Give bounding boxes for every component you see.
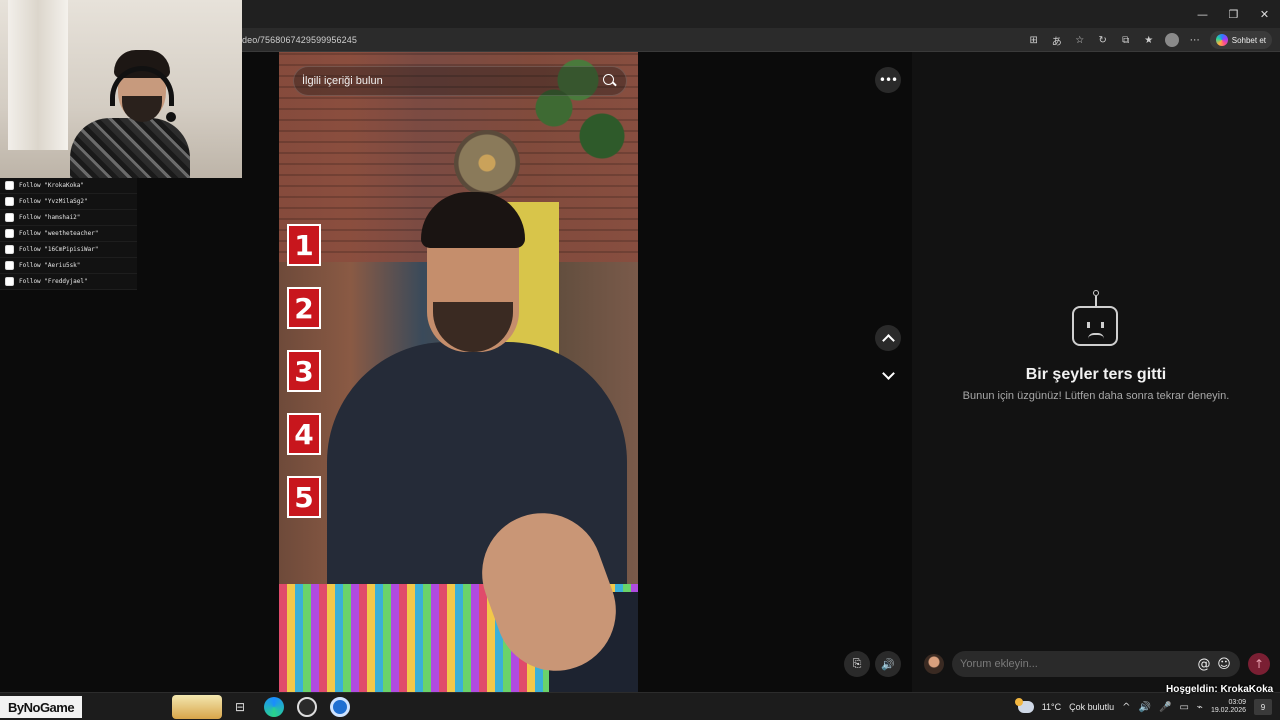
volume-button[interactable]: 🔊 (875, 651, 901, 677)
list-item: Follow "16CmPipisiWar" (0, 242, 137, 258)
list-item: Follow "YvzMilaSg2" (0, 194, 137, 210)
pip-icon: ⎘ (852, 657, 862, 670)
number-badge: 1 (287, 224, 321, 266)
number-badge: 5 (287, 476, 321, 518)
more-options-button[interactable]: ••• (875, 67, 901, 93)
comments-panel: Bir şeyler ters gitti Bunun için üzgünüz… (912, 52, 1280, 692)
number-badge: 2 (287, 287, 321, 329)
notification-badge[interactable]: 9 (1254, 699, 1272, 715)
follow-alerts: Follow "KrokaKoka" Follow "YvzMilaSg2" F… (0, 178, 137, 290)
translate-icon[interactable]: あ (1049, 32, 1065, 48)
date: 19.02.2026 (1210, 707, 1246, 714)
chevron-up-icon[interactable]: ^ (1122, 702, 1130, 713)
tab-icon[interactable]: ⊞ (1026, 32, 1042, 48)
minimize-button[interactable]: — (1187, 0, 1218, 28)
clock[interactable]: 03:09 19.02.2026 (1211, 699, 1246, 715)
chrome-icon[interactable] (330, 697, 350, 717)
display-icon[interactable]: ▭ (1179, 702, 1188, 713)
close-button[interactable]: ✕ (1249, 0, 1280, 28)
next-video-button[interactable] (875, 362, 901, 388)
address-bar[interactable]: deo/7568067429599956245 (242, 28, 357, 52)
number-badge: 3 (287, 350, 321, 392)
profile-avatar[interactable] (1164, 32, 1180, 48)
temperature: 11°C (1041, 702, 1062, 712)
speaker-icon[interactable]: 🔊 (1139, 702, 1151, 713)
channel-logo: ByNoGame (0, 696, 82, 718)
volume-icon: 🔊 (881, 657, 895, 671)
list-item: Follow "Aeriu5sk" (0, 258, 137, 274)
chat-label: Sohbet et (1231, 35, 1266, 45)
error-title: Bir şeyler ters gitti (1025, 366, 1167, 383)
refresh-icon[interactable]: ↻ (1095, 32, 1111, 48)
more-icon[interactable]: ⋯ (1187, 32, 1203, 48)
taskbar: ByNoGame ⊟ 11°C Çok bulutlu ^ 🔊 🎤 ▭ ⌁ 03… (0, 692, 1280, 720)
time: 03:09 (1228, 698, 1246, 706)
checkbox-icon (5, 245, 14, 254)
welcome-message: Hoşgeldin: KrokaKoka (1166, 684, 1274, 695)
send-button[interactable]: ↑ (1248, 653, 1270, 675)
search-placeholder: İlgili içeriği bulun (302, 75, 383, 87)
obs-icon[interactable] (297, 697, 317, 717)
webcam-overlay (0, 0, 242, 178)
extensions-icon[interactable]: ⧉ (1118, 32, 1134, 48)
checkbox-icon (5, 261, 14, 270)
screen: — ❐ ✕ deo/7568067429599956245 ⊞ あ ☆ ↻ ⧉ … (0, 0, 1280, 720)
checkbox-icon (5, 181, 14, 190)
avatar (924, 654, 944, 674)
task-view-icon[interactable]: ⊟ (230, 697, 250, 717)
favorites-icon[interactable]: ★ (1141, 32, 1157, 48)
sad-robot-icon (1072, 290, 1120, 350)
picture-in-picture-button[interactable]: ⎘ (844, 651, 870, 677)
microphone-icon[interactable]: 🎤 (1159, 702, 1171, 713)
chevron-up-icon (881, 333, 895, 347)
list-item: Follow "hamshai2" (0, 210, 137, 226)
search-icon[interactable] (602, 73, 618, 89)
mention-icon[interactable]: @ (1196, 656, 1212, 672)
window-controls: — ❐ ✕ (1187, 0, 1280, 28)
checkbox-icon (5, 229, 14, 238)
copilot-chat-button[interactable]: Sohbet et (1209, 31, 1272, 49)
number-badge: 4 (287, 413, 321, 455)
copilot-icon (1215, 34, 1228, 46)
comment-input[interactable]: Yorum ekleyin... @ ☺ (952, 651, 1240, 677)
lion-image (172, 695, 222, 719)
previous-video-button[interactable] (875, 325, 901, 351)
weather-icon (1014, 698, 1034, 713)
list-item: Follow "KrokaKoka" (0, 178, 137, 194)
list-item: Follow "Freddyjael" (0, 274, 137, 290)
favorite-star-icon[interactable]: ☆ (1072, 32, 1088, 48)
list-item: Follow "weetheteacher" (0, 226, 137, 242)
weather-text: Çok bulutlu (1069, 702, 1115, 712)
restore-button[interactable]: ❐ (1218, 0, 1249, 28)
microphone (166, 112, 176, 122)
search-input[interactable]: İlgili içeriği bulun (293, 66, 627, 96)
checkbox-icon (5, 213, 14, 222)
chevron-down-icon (881, 366, 895, 380)
checkbox-icon (5, 277, 14, 286)
edge-browser-icon[interactable] (264, 697, 284, 717)
checkbox-icon (5, 197, 14, 206)
video-player[interactable]: 1 2 3 4 5 İlgili içeriği bulun (279, 52, 638, 692)
comment-bar: Yorum ekleyin... @ ☺ ↑ (924, 650, 1270, 678)
toolbar-icons: ⊞ あ ☆ ↻ ⧉ ★ ⋯ Sohbet et (1026, 28, 1272, 52)
network-icon[interactable]: ⌁ (1197, 702, 1203, 713)
emoji-icon[interactable]: ☺ (1216, 656, 1232, 672)
error-subtitle: Bunun için üzgünüz! Lütfen daha sonra te… (962, 390, 1230, 402)
system-tray: 11°C Çok bulutlu ^ 🔊 🎤 ▭ ⌁ 03:09 19.02.2… (1014, 693, 1280, 720)
comment-placeholder: Yorum ekleyin... (960, 658, 1038, 670)
